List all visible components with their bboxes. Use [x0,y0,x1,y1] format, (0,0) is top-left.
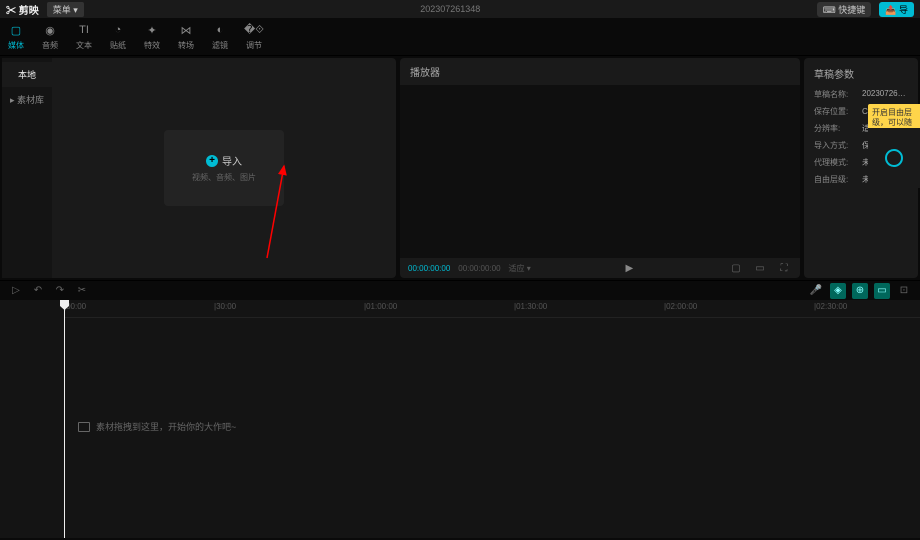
tool-label: 调节 [246,40,262,51]
tab-library[interactable]: ▸ 素材库 [2,87,52,112]
tool-label: 贴纸 [110,40,126,51]
player-viewport [400,85,800,258]
player-panel: 播放器 00:00:00:00 00:00:00:00 适应 ▾ ▶ ▢ ▭ ⛶ [400,58,800,278]
tool-音频[interactable]: ◉ 音频 [42,22,58,51]
titlebar: ✂ 剪映 菜单 ▾ 202307261348 ⌨ 快捷键 📤 导 [0,0,920,18]
plus-icon: + [206,155,218,167]
player-controls: 00:00:00:00 00:00:00:00 适应 ▾ ▶ ▢ ▭ ⛶ [400,258,800,278]
tool-icon: ⋈ [178,22,194,38]
clip-icon [78,422,90,432]
total-time: 00:00:00:00 [458,264,500,273]
mic-icon[interactable]: 🎤 [808,283,824,299]
ruler-tick: |01:00:00 [364,302,397,311]
tool-icon: �⟐ [246,22,262,38]
prop-key: 保存位置: [814,106,862,117]
tool-icon: ◐ [212,22,228,38]
undo-icon[interactable]: ↶ [30,283,46,299]
ruler-tick: |02:00:00 [664,302,697,311]
timeline[interactable]: |00:00|30:00|01:00:00|01:30:00|02:00:00|… [0,300,920,538]
tooltip-thumbnail [868,128,920,188]
tool-贴纸[interactable]: ◔ 贴纸 [110,22,126,51]
link-icon[interactable]: ⊕ [852,283,868,299]
tab-local[interactable]: 本地 [2,62,52,87]
prop-key: 导入方式: [814,140,862,151]
tool-icon: TI [76,22,92,38]
project-title: 202307261348 [92,4,809,14]
export-button[interactable]: 📤 导 [879,2,914,17]
tool-label: 媒体 [8,40,24,51]
app-logo: ✂ 剪映 [6,2,39,17]
prop-key: 草稿名称: [814,89,862,100]
prop-key: 代理模式: [814,157,862,168]
media-panel: 本地 ▸ 素材库 +导入 视频、音频、图片 [2,58,396,278]
tool-icon: ✦ [144,22,160,38]
prop-value[interactable]: 202307261348 [862,89,908,100]
tool-label: 滤镜 [212,40,228,51]
tool-icon: ◉ [42,22,58,38]
shortcut-button[interactable]: ⌨ 快捷键 [817,2,872,17]
import-button[interactable]: +导入 视频、音频、图片 [164,130,284,206]
tool-label: 音频 [42,40,58,51]
compare-icon[interactable]: ▢ [728,260,744,276]
tool-调节[interactable]: �⟐ 调节 [246,22,262,51]
ratio-icon[interactable]: ▭ [752,260,768,276]
prop-key: 分辨率: [814,123,862,134]
fit-icon[interactable]: ⊡ [896,283,912,299]
tool-转场[interactable]: ⋈ 转场 [178,22,194,51]
tool-媒体[interactable]: ▢ 媒体 [8,22,24,51]
pointer-tool-icon[interactable]: ▷ [8,283,24,299]
empty-track-hint: 素材拖拽到这里，开始你的大作吧~ [78,420,236,433]
player-header: 播放器 [400,58,800,85]
timeline-toolbar: ▷ ↶ ↷ ✂ 🎤 ◈ ⊕ ▭ ⊡ [0,280,920,300]
menu-button[interactable]: 菜单 ▾ [47,2,84,17]
props-header: 草稿参数 [814,66,908,81]
ratio-select[interactable]: 适应 ▾ [509,263,531,274]
play-button[interactable]: ▶ [626,263,634,274]
snap-icon[interactable]: ◈ [830,283,846,299]
category-toolbar: ▢ 媒体 ◉ 音频 TI 文本 ◔ 贴纸 ✦ 特效 ⋈ 转场 ◐ 滤镜 �⟐ 调节 [0,18,920,56]
playhead[interactable] [64,300,65,538]
import-hint: 视频、音频、图片 [192,172,256,183]
media-tabs: 本地 ▸ 素材库 [2,58,52,278]
prop-row: 草稿名称:202307261348 [814,89,908,100]
ruler-tick: |30:00 [214,302,236,311]
tool-label: 特效 [144,40,160,51]
split-icon[interactable]: ✂ [74,283,90,299]
time-ruler[interactable]: |00:00|30:00|01:00:00|01:30:00|02:00:00|… [64,300,920,318]
prop-key: 自由层级: [814,174,862,185]
redo-icon[interactable]: ↷ [52,283,68,299]
preview-icon[interactable]: ▭ [874,283,890,299]
tool-label: 转场 [178,40,194,51]
ruler-tick: |02:30:00 [814,302,847,311]
ruler-tick: |01:30:00 [514,302,547,311]
current-time: 00:00:00:00 [408,264,450,273]
fullscreen-icon[interactable]: ⛶ [776,260,792,276]
tool-icon: ▢ [8,22,24,38]
tool-特效[interactable]: ✦ 特效 [144,22,160,51]
tool-icon: ◔ [110,22,126,38]
tool-label: 文本 [76,40,92,51]
tool-文本[interactable]: TI 文本 [76,22,92,51]
tool-滤镜[interactable]: ◐ 滤镜 [212,22,228,51]
